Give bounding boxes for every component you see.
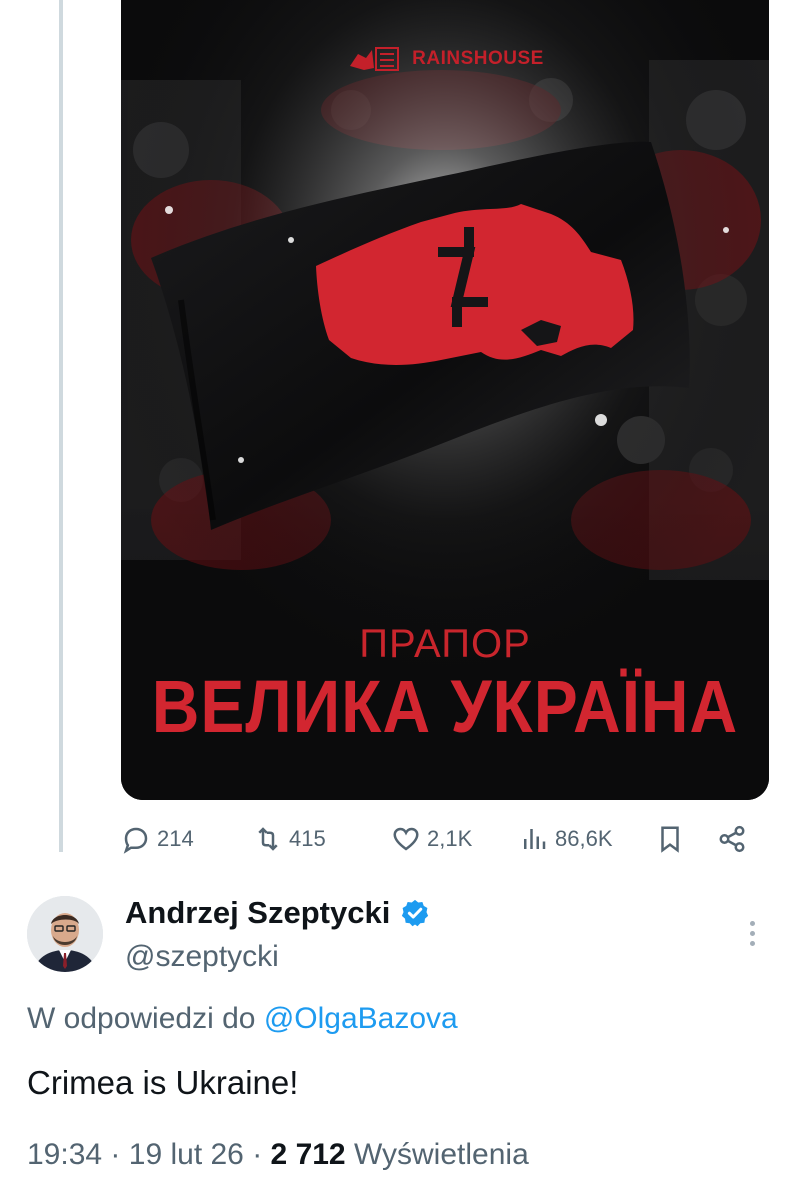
author-name[interactable]: Andrzej Szeptycki xyxy=(125,895,390,931)
views-count: 86,6K xyxy=(555,826,613,851)
tweet-views-label: Wyświetlenia xyxy=(353,1138,529,1171)
views-button[interactable]: 86,6K xyxy=(519,814,613,864)
more-dot-icon xyxy=(749,920,755,926)
tweet-media-image[interactable]: RAINSHOUSE ПРАПОР ВЕЛИКА УКРАЇНА xyxy=(121,0,769,800)
brand-name: RAINSHOUSE xyxy=(412,48,544,69)
like-count: 2,1K xyxy=(427,826,473,851)
repost-icon xyxy=(258,827,278,851)
reply-icon xyxy=(123,827,148,854)
poster-logos: RAINSHOUSE xyxy=(121,44,769,74)
more-dot-icon xyxy=(749,940,755,946)
verified-badge-icon xyxy=(402,899,429,927)
reply-button[interactable]: 214 xyxy=(121,814,194,864)
tweet-date[interactable]: 19 lut 26 xyxy=(129,1138,244,1171)
avatar[interactable] xyxy=(27,896,103,972)
replying-to-prefix: W odpowiedzi do xyxy=(27,1002,256,1035)
poster-subtitle: ПРАПОР xyxy=(359,622,531,666)
author-name-row: Andrzej Szeptycki xyxy=(125,895,430,931)
like-button[interactable]: 2,1K xyxy=(391,814,472,864)
studio-logo-icon xyxy=(350,47,400,71)
poster-title: ВЕЛИКА УКРАЇНА xyxy=(151,664,739,748)
author-handle[interactable]: @szeptycki xyxy=(125,940,279,974)
heart-icon xyxy=(393,827,419,851)
reply-count: 214 xyxy=(157,826,194,851)
bookmark-icon xyxy=(661,826,679,853)
tweet-views-count: 2 712 xyxy=(270,1138,346,1171)
bookmark-button[interactable] xyxy=(655,814,685,864)
share-button[interactable] xyxy=(717,814,747,864)
more-dot-icon xyxy=(749,930,755,936)
meta-separator: · xyxy=(252,1138,263,1171)
views-chart-icon xyxy=(524,829,546,849)
repost-count: 415 xyxy=(289,826,326,851)
tweet-action-bar: 214 415 2,1K 86,6K xyxy=(121,814,761,864)
more-options-button[interactable] xyxy=(740,915,764,951)
replying-to-line: W odpowiedzi do @OlgaBazova xyxy=(27,1002,458,1036)
tweet-text: Crimea is Ukraine! xyxy=(27,1064,299,1101)
share-icon xyxy=(719,825,745,853)
profile-photo-icon xyxy=(27,896,103,972)
thread-connector-line xyxy=(59,0,63,852)
meta-separator: · xyxy=(110,1138,121,1171)
tweet-meta: 19:34 · 19 lut 26 · 2 712 Wyświetlenia xyxy=(27,1138,529,1172)
tweet-time[interactable]: 19:34 xyxy=(27,1138,102,1171)
replying-to-mention[interactable]: @OlgaBazova xyxy=(264,1002,458,1035)
repost-button[interactable]: 415 xyxy=(253,814,326,864)
